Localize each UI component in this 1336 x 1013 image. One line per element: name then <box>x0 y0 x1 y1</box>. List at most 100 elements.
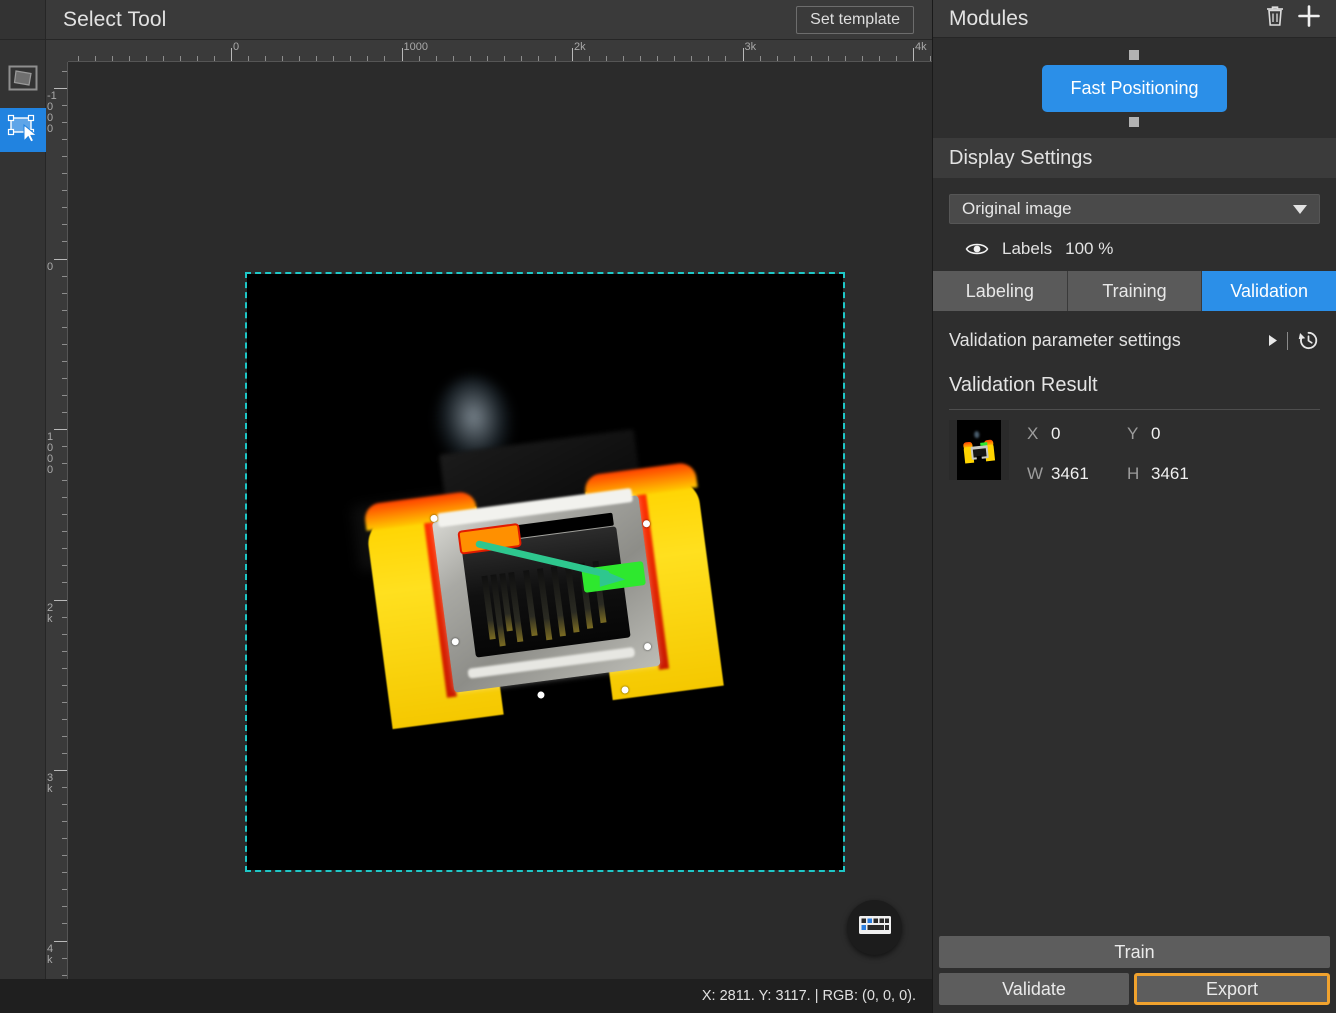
canvas-pane: Select Tool Set template 0 1000 2k 3k 4k… <box>0 0 932 1013</box>
tool-button-select[interactable] <box>0 108 46 152</box>
ruler-tick-minor <box>62 548 67 550</box>
ruler-tick-minor <box>62 275 67 277</box>
ruler-tick-minor <box>554 56 556 61</box>
image-mode-row: Original image <box>949 178 1320 224</box>
ruler-tick-minor <box>469 56 471 61</box>
ruler-tick-minor <box>62 514 67 516</box>
annotation-arrow <box>475 540 626 587</box>
module-node-fast-positioning[interactable]: Fast Positioning <box>1042 49 1227 127</box>
ruler-tick <box>54 599 67 601</box>
field-key-h: H <box>1127 464 1140 483</box>
tab-training[interactable]: Training <box>1067 271 1203 311</box>
train-button[interactable]: Train <box>939 936 1330 968</box>
display-settings-body: Original image Labels 100 % <box>933 178 1336 271</box>
ruler-tick-minor <box>179 56 181 61</box>
ruler-tick-minor <box>62 684 67 686</box>
ruler-tick-minor <box>62 787 67 789</box>
ruler-tick-minor <box>793 56 795 61</box>
result-thumbnail[interactable] <box>949 420 1009 480</box>
labels-opacity-value[interactable]: 100 % <box>1065 239 1113 259</box>
ruler-tick-minor <box>452 56 454 61</box>
modules-panel: Modules Fast Positioning Display Setting… <box>932 0 1336 1013</box>
ruler-tick-minor <box>640 56 642 61</box>
field-value-w: 3461 <box>1051 464 1089 483</box>
ruler-tick-minor <box>62 752 67 754</box>
toolbar-gutter <box>0 0 46 39</box>
ruler-tick-minor <box>62 480 67 482</box>
ruler-tick-minor <box>691 56 693 61</box>
ruler-tick-minor <box>111 56 113 61</box>
keyboard-icon <box>858 913 892 942</box>
chevron-down-icon <box>1293 199 1307 219</box>
ruler-tick-minor <box>77 56 79 61</box>
export-button[interactable]: Export <box>1134 973 1330 1005</box>
thumb-notch <box>976 455 983 464</box>
ruler-label: 1000 <box>403 41 428 53</box>
connector-photo <box>326 371 764 768</box>
panel-actions: Train Validate Export <box>933 936 1336 1013</box>
tab-validation[interactable]: Validation <box>1202 271 1336 311</box>
delete-module-button[interactable] <box>1258 2 1292 36</box>
modules-title: Modules <box>949 6 1029 30</box>
ruler-tick-minor <box>62 957 67 959</box>
validation-section: Validation parameter settings Validation… <box>933 311 1336 504</box>
ruler-tick-minor <box>895 56 897 61</box>
ruler-label: 1000 <box>47 431 54 476</box>
ruler-tick-minor <box>62 394 67 396</box>
ruler-tick-minor <box>333 56 335 61</box>
select-rect-cursor-icon <box>6 113 40 148</box>
ruler-tick-minor <box>930 56 932 61</box>
ruler-label: 2k <box>47 601 54 625</box>
horizontal-ruler[interactable]: 0 1000 2k 3k 4k <box>46 40 932 62</box>
field-value-x: 0 <box>1051 424 1061 443</box>
ruler-tick-minor <box>62 377 67 379</box>
ruler-tick <box>54 258 67 260</box>
validation-parameter-settings-row[interactable]: Validation parameter settings <box>949 311 1320 368</box>
validation-result-item[interactable]: X 0 Y 0 W 3461 H 3461 <box>949 409 1320 504</box>
ruler-tick-minor <box>350 56 352 61</box>
ruler-tick-minor <box>62 906 67 908</box>
image-canvas[interactable] <box>68 62 932 1013</box>
ruler-tick-minor <box>844 56 846 61</box>
ruler-tick-minor <box>128 56 130 61</box>
ruler-tick-minor <box>62 326 67 328</box>
plus-icon <box>1297 4 1321 33</box>
ruler-tick-minor <box>62 292 67 294</box>
ruler-tick-minor <box>861 56 863 61</box>
labels-visibility-row: Labels 100 % <box>949 224 1320 271</box>
set-template-button[interactable]: Set template <box>796 6 914 34</box>
keyboard-shortcuts-button[interactable] <box>847 900 902 955</box>
ruler-tick-minor <box>248 56 250 61</box>
ruler-tick-minor <box>623 56 625 61</box>
page-title: Select Tool <box>63 7 167 31</box>
ruler-tick-minor <box>62 838 67 840</box>
tool-rail <box>0 40 46 1013</box>
tool-button-polygon[interactable] <box>0 58 46 102</box>
node-port-bottom[interactable] <box>1129 116 1140 127</box>
triangle-right-icon[interactable] <box>1268 334 1278 347</box>
ruler-tick-minor <box>62 735 67 737</box>
selection-region[interactable] <box>245 272 845 872</box>
add-module-button[interactable] <box>1292 2 1326 36</box>
ruler-label: 3k <box>744 41 757 53</box>
connector-thumbnail-graphic <box>963 431 996 464</box>
vertical-ruler[interactable]: -1000 0 1000 2k 3k 4k <box>46 40 68 1013</box>
result-field-row-xy: X 0 Y 0 <box>1027 424 1320 444</box>
ruler-tick-minor <box>62 701 67 703</box>
canvas-body: 0 1000 2k 3k 4k -1000 0 1000 2k 3k 4k <box>0 40 932 1013</box>
labels-label: Labels <box>1002 239 1053 258</box>
field-key-y: Y <box>1127 424 1139 443</box>
image-mode-select[interactable]: Original image <box>949 194 1320 224</box>
ruler-label: 4k <box>915 41 927 53</box>
tab-labeling[interactable]: Labeling <box>933 271 1068 311</box>
ruler-tick-minor <box>503 56 505 61</box>
ruler-tick-minor <box>878 56 880 61</box>
node-port-top[interactable] <box>1129 49 1140 60</box>
validate-button[interactable]: Validate <box>939 973 1129 1005</box>
ruler-tick-minor <box>213 56 215 61</box>
eye-icon[interactable] <box>965 241 989 257</box>
validation-result-title: Validation Result <box>949 374 1098 396</box>
ruler-tick-minor <box>62 872 67 874</box>
ruler-corner <box>46 40 68 62</box>
history-reset-icon[interactable] <box>1297 329 1320 352</box>
